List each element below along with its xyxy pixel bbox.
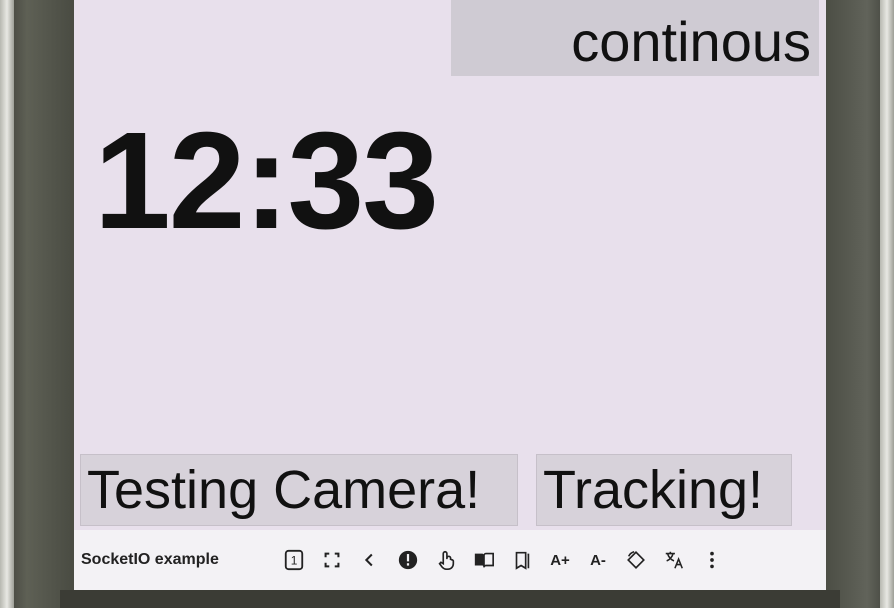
device-bottom-bezel	[60, 590, 840, 608]
clock-display: 12:33	[94, 104, 439, 258]
touch-icon[interactable]	[428, 540, 464, 580]
mode-indicator: continous	[451, 0, 819, 76]
tracking-button[interactable]: Tracking!	[536, 454, 792, 526]
font-decrease-label: A-	[590, 551, 606, 569]
more-vert-icon[interactable]	[694, 540, 730, 580]
page-number-icon[interactable]: 1	[276, 540, 312, 580]
font-decrease-icon[interactable]: A-	[580, 540, 616, 580]
rotate-icon[interactable]	[618, 540, 654, 580]
reader-icon[interactable]	[466, 540, 502, 580]
reader-toolbar: SocketIO example 1 A+ A-	[74, 530, 826, 590]
page-number-text: 1	[291, 554, 298, 568]
device-frame: continous 12:33 Testing Camera! Tracking…	[0, 0, 894, 608]
back-chevron-icon[interactable]	[352, 540, 388, 580]
device-screen: continous 12:33 Testing Camera! Tracking…	[74, 0, 826, 590]
font-increase-icon[interactable]: A+	[542, 540, 578, 580]
device-edge-left	[0, 0, 14, 608]
translate-icon[interactable]	[656, 540, 692, 580]
bookmark-icon[interactable]	[504, 540, 540, 580]
app-title: SocketIO example	[81, 551, 219, 568]
device-edge-right	[880, 0, 894, 608]
font-increase-label: A+	[550, 551, 570, 569]
testing-camera-button[interactable]: Testing Camera!	[80, 454, 518, 526]
alert-icon[interactable]	[390, 540, 426, 580]
fullscreen-icon[interactable]	[314, 540, 350, 580]
mode-label: continous	[571, 10, 811, 73]
